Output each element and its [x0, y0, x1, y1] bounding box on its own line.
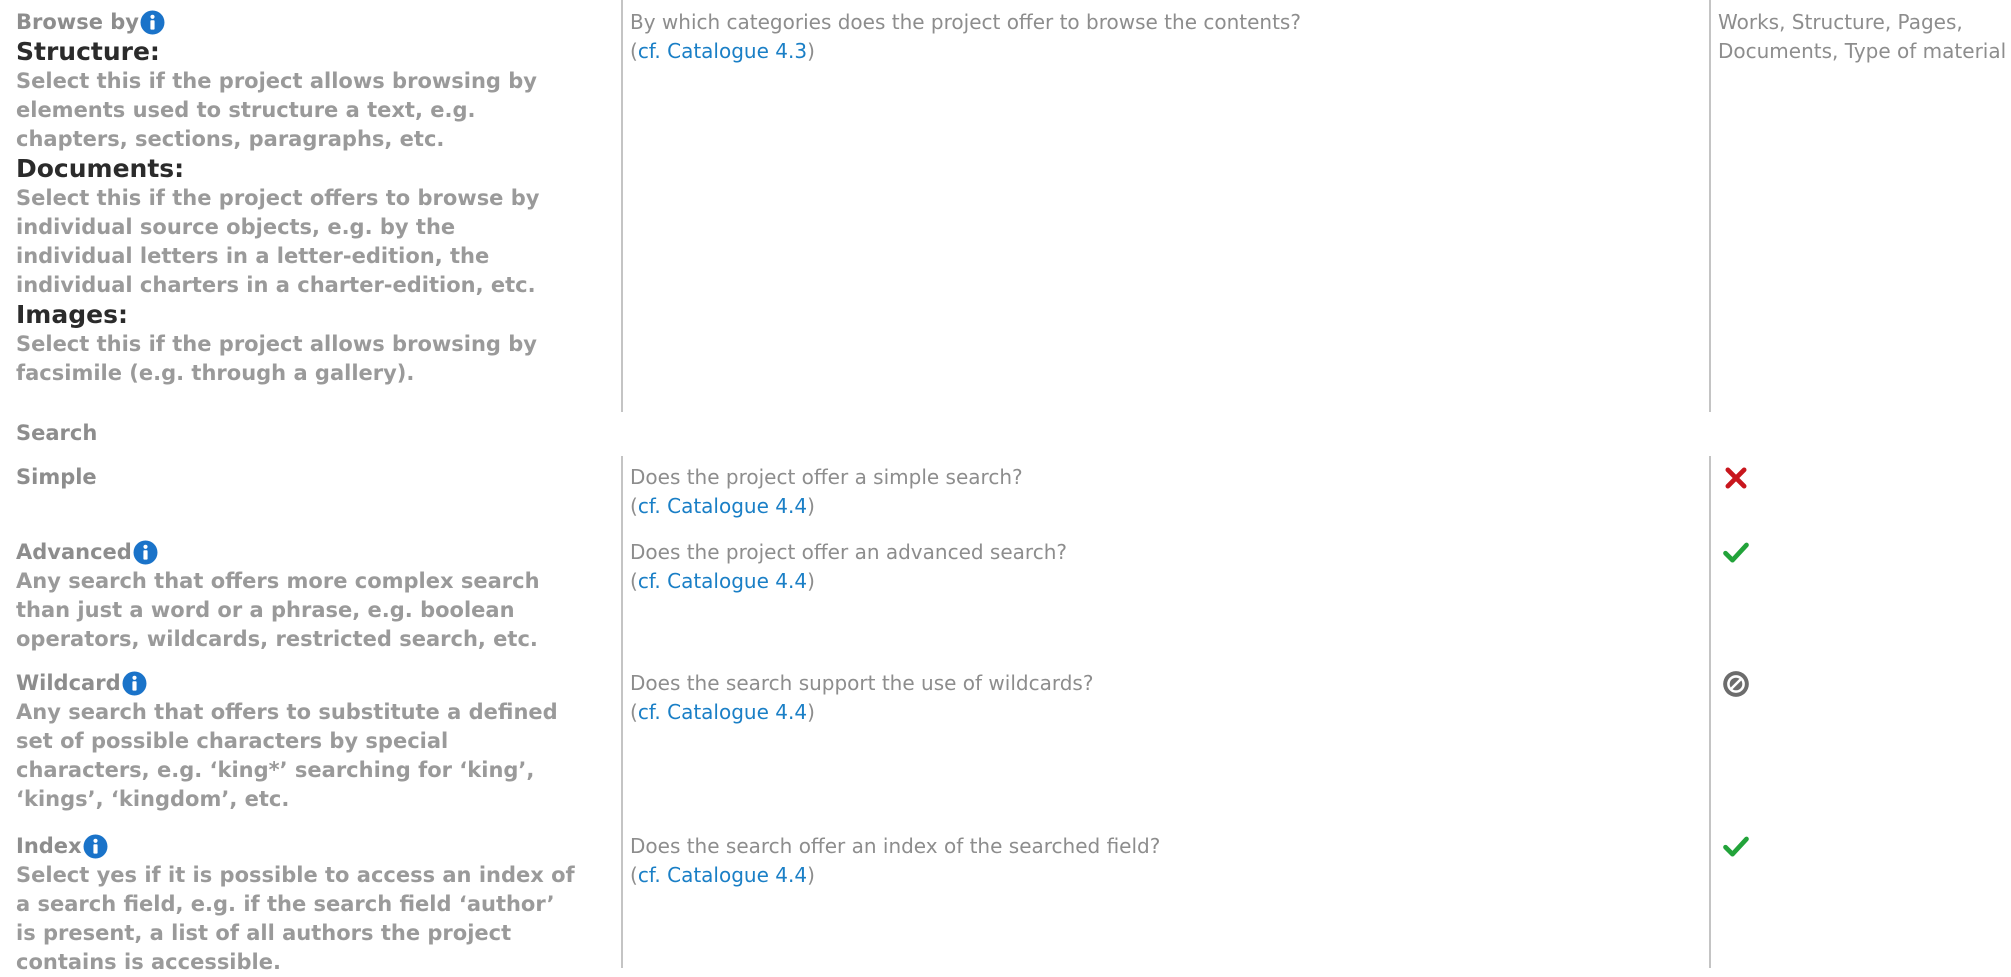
documents-title: Documents:: [16, 154, 185, 183]
browse-by-question-cell: By which categories does the project off…: [630, 8, 1680, 66]
browse-by-answer: Works, Structure, Pages, Documents, Type…: [1718, 10, 2007, 63]
images-description: Select this if the project allows browsi…: [16, 332, 537, 385]
advanced-search-question-cell: Does the project offer an advanced searc…: [630, 538, 1680, 596]
check-icon: [1723, 542, 1749, 563]
browse-by-label: Browse by: [16, 8, 578, 37]
index-search-label: Index: [16, 832, 578, 861]
documents-description: Select this if the project offers to bro…: [16, 186, 540, 297]
advanced-search-question: Does the project offer an advanced searc…: [630, 540, 1067, 564]
wildcard-search-label: Wildcard: [16, 669, 578, 698]
wildcard-search-description: Any search that offers to substitute a d…: [16, 700, 558, 811]
search-section-label: Search: [16, 421, 98, 445]
simple-search-reference: (cf. Catalogue 4.4): [630, 494, 815, 518]
simple-search-question: Does the project offer a simple search?: [630, 465, 1023, 489]
browse-by-reference: (cf. Catalogue 4.3): [630, 39, 815, 63]
wildcard-search-reference: (cf. Catalogue 4.4): [630, 700, 815, 724]
column-divider: [621, 456, 623, 968]
info-icon[interactable]: [140, 10, 165, 35]
catalogue-link[interactable]: cf. Catalogue 4.4: [638, 494, 807, 518]
index-search-cell: Index Select yes if it is possible to ac…: [16, 832, 578, 977]
catalogue-link[interactable]: cf. Catalogue 4.3: [638, 39, 807, 63]
advanced-search-description: Any search that offers more complex sear…: [16, 569, 540, 651]
catalogue-link[interactable]: cf. Catalogue 4.4: [638, 863, 807, 887]
images-title: Images:: [16, 300, 128, 329]
not-applicable-icon: [1723, 671, 1749, 697]
check-icon: [1723, 836, 1749, 857]
structure-description: Select this if the project allows browsi…: [16, 69, 537, 151]
column-divider: [1709, 456, 1711, 968]
info-icon[interactable]: [83, 834, 108, 859]
simple-search-label: Simple: [16, 465, 97, 489]
wildcard-search-question: Does the search support the use of wildc…: [630, 671, 1094, 695]
cross-icon: [1725, 467, 1747, 489]
index-search-question-cell: Does the search offer an index of the se…: [630, 832, 1680, 890]
simple-search-cell: Simple: [16, 463, 578, 492]
advanced-search-label: Advanced: [16, 538, 578, 567]
info-icon[interactable]: [133, 540, 158, 565]
wildcard-search-question-cell: Does the search support the use of wildc…: [630, 669, 1680, 727]
column-divider: [1709, 0, 1711, 412]
column-divider: [621, 0, 623, 412]
catalogue-link[interactable]: cf. Catalogue 4.4: [638, 700, 807, 724]
index-search-description: Select yes if it is possible to access a…: [16, 863, 575, 974]
browse-by-cell: Browse by Structure: Select this if the …: [16, 8, 578, 388]
advanced-search-cell: Advanced Any search that offers more com…: [16, 538, 578, 654]
simple-search-question-cell: Does the project offer a simple search? …: [630, 463, 1680, 521]
advanced-search-reference: (cf. Catalogue 4.4): [630, 569, 815, 593]
index-search-reference: (cf. Catalogue 4.4): [630, 863, 815, 887]
index-search-question: Does the search offer an index of the se…: [630, 834, 1161, 858]
catalogue-link[interactable]: cf. Catalogue 4.4: [638, 569, 807, 593]
browse-by-question: By which categories does the project off…: [630, 10, 1301, 34]
wildcard-search-cell: Wildcard Any search that offers to subst…: [16, 669, 578, 814]
search-section-header: Search: [16, 419, 578, 448]
structure-title: Structure:: [16, 37, 160, 66]
info-icon[interactable]: [122, 671, 147, 696]
